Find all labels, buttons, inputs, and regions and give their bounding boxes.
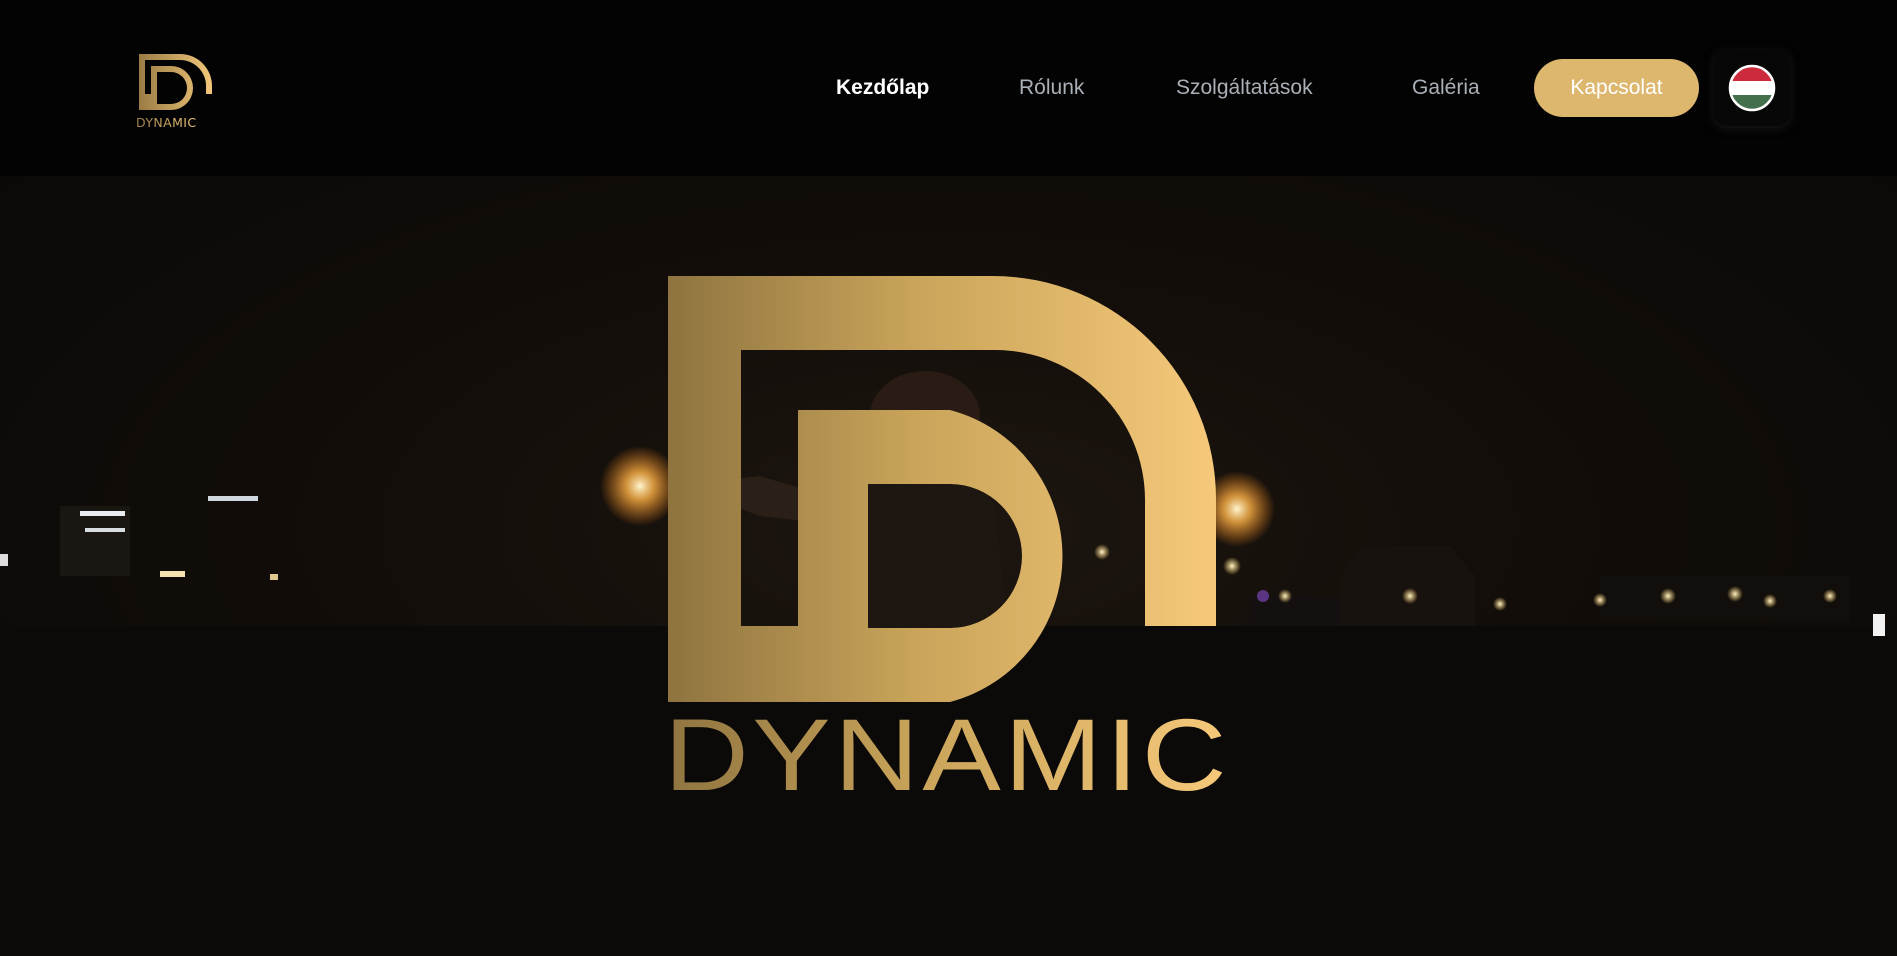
left-buildings [0, 496, 278, 580]
nav-about[interactable]: Rólunk [1019, 58, 1084, 118]
hero-dynamic-logo: DYNAMIC [668, 276, 1230, 811]
site-header: DYNAMIC Kezdőlap Rólunk Szolgáltatások G… [0, 0, 1897, 176]
hero-logo-text: DYNAMIC [668, 698, 1230, 811]
hungary-flag-icon [1728, 64, 1776, 112]
nav-services[interactable]: Szolgáltatások [1176, 58, 1313, 118]
dynamic-logo[interactable]: DYNAMIC [136, 52, 216, 128]
contact-button[interactable]: Kapcsolat [1534, 59, 1699, 117]
hero-section: DYNAMIC [0, 176, 1897, 956]
nav-gallery[interactable]: Galéria [1412, 58, 1480, 118]
header-logo-text: DYNAMIC [136, 115, 196, 128]
nav-home[interactable]: Kezdőlap [836, 58, 929, 118]
language-selector[interactable] [1714, 50, 1790, 126]
